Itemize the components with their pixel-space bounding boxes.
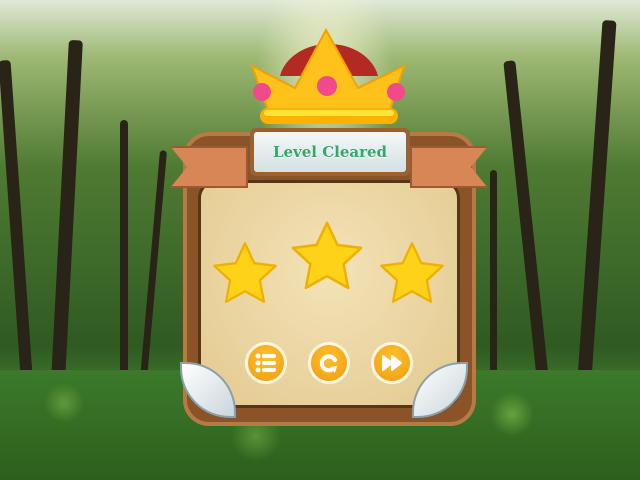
title-plaque: Level Cleared [250, 128, 410, 176]
replay-button[interactable] [308, 342, 350, 384]
restart-icon [319, 354, 337, 373]
crown-icon [250, 27, 406, 124]
menu-button[interactable] [245, 342, 287, 384]
star-icon-2 [291, 221, 363, 290]
level-title: Level Cleared [254, 132, 406, 172]
list-icon [255, 353, 276, 373]
next-button[interactable] [371, 342, 413, 384]
fast-forward-icon [382, 355, 402, 371]
star-icon-3 [380, 242, 444, 303]
star-icon-1 [213, 242, 277, 303]
